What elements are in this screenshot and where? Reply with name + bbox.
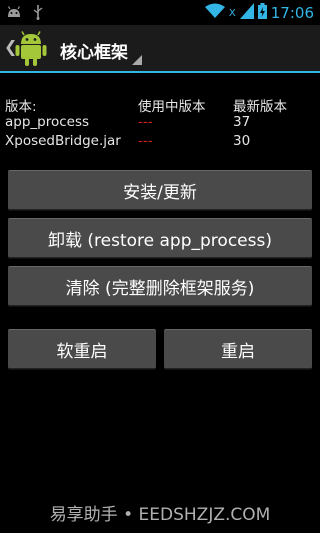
component-name: XposedBridge.jar bbox=[5, 133, 121, 149]
watermark: 易享助手 • EEDSHZJZ.COM bbox=[49, 505, 271, 525]
soft-reboot-button[interactable]: 软重启 bbox=[8, 329, 156, 369]
latest-version-value: 30 bbox=[233, 133, 251, 149]
active-version-value: --- bbox=[138, 133, 153, 149]
active-version-header: 使用中版本 bbox=[138, 99, 206, 115]
status-bar-system: X 17:06 bbox=[204, 3, 314, 23]
android-robot-icon[interactable] bbox=[14, 31, 48, 67]
wifi-icon bbox=[204, 3, 225, 23]
version-row-xposedbridge: XposedBridge.jar --- 30 bbox=[5, 133, 315, 152]
action-bar: ❮ 核心框架 bbox=[0, 25, 320, 73]
install-update-button[interactable]: 安装/更新 bbox=[8, 170, 312, 210]
clock: 17:06 bbox=[270, 4, 314, 22]
version-info-table: 版本: 使用中版本 最新版本 app_process --- 37 Xposed… bbox=[5, 95, 315, 152]
latest-version-header: 最新版本 bbox=[233, 99, 287, 115]
version-label: 版本: bbox=[5, 99, 37, 115]
usb-icon bbox=[32, 4, 44, 24]
active-version-value: --- bbox=[138, 114, 153, 130]
latest-version-value: 37 bbox=[233, 114, 251, 130]
network-type-label: X bbox=[228, 7, 236, 19]
action-bar-title[interactable]: 核心框架 bbox=[60, 38, 128, 63]
version-info-header: 版本: 使用中版本 最新版本 bbox=[5, 95, 315, 115]
reboot-button[interactable]: 重启 bbox=[164, 329, 312, 369]
android-debug-icon bbox=[6, 4, 22, 24]
version-row-app-process: app_process --- 37 bbox=[5, 114, 315, 133]
signal-icon bbox=[239, 3, 254, 23]
uninstall-button[interactable]: 卸载 (restore app_process) bbox=[8, 218, 312, 258]
status-bar-notifications bbox=[6, 4, 44, 24]
spinner-indicator-icon bbox=[132, 55, 142, 65]
status-bar: X 17:06 bbox=[0, 0, 320, 25]
battery-icon bbox=[257, 3, 267, 23]
clean-button[interactable]: 清除 (完整删除框架服务) bbox=[8, 266, 312, 306]
component-name: app_process bbox=[5, 114, 90, 130]
